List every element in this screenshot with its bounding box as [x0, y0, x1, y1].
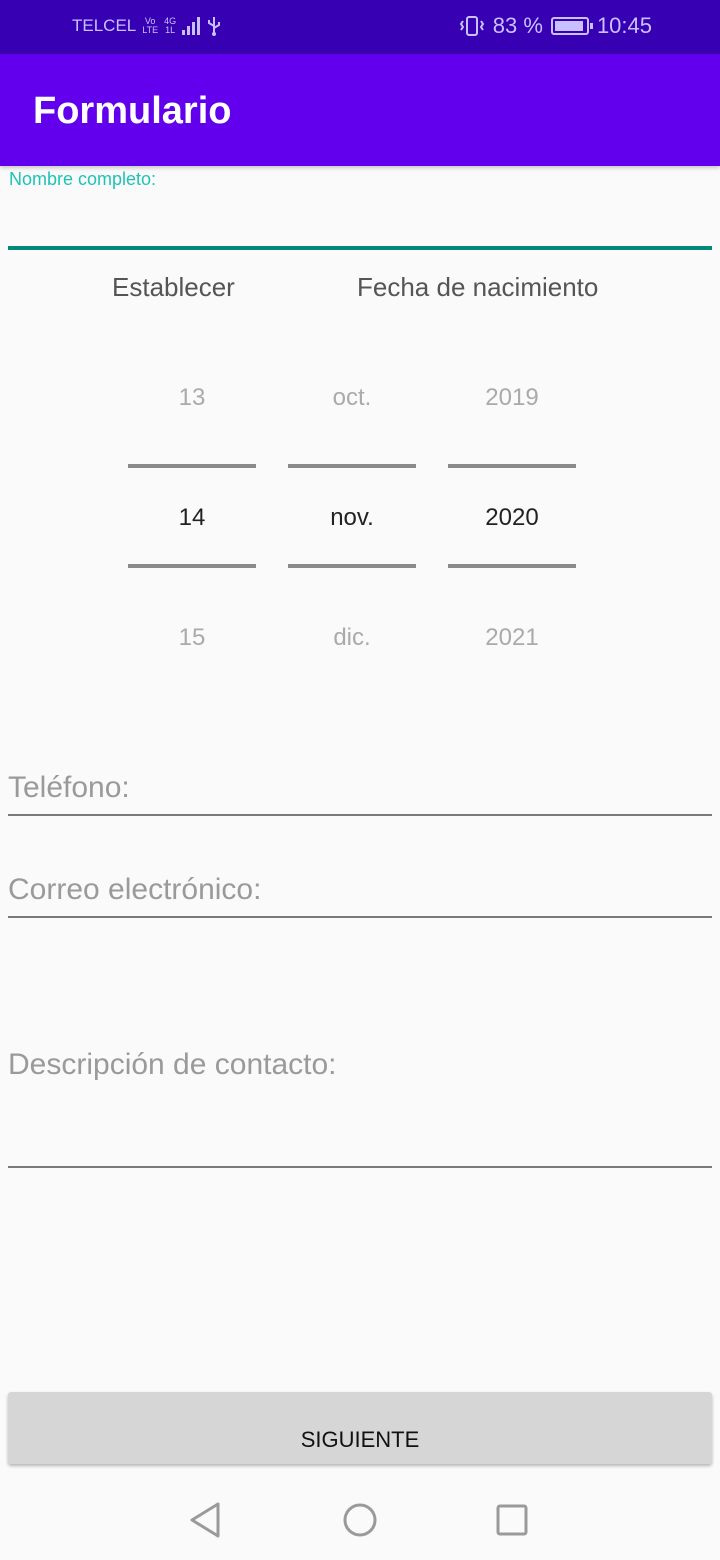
- usb-icon: [208, 17, 221, 36]
- recent-apps-icon[interactable]: [492, 1500, 532, 1540]
- status-left: TELCEL Vo LTE 4G 1L: [72, 16, 222, 36]
- signal-icon: [182, 17, 201, 35]
- month-prev[interactable]: oct.: [288, 384, 416, 412]
- clock: 10:45: [596, 13, 652, 38]
- next-button[interactable]: SIGUIENTE: [8, 1392, 712, 1464]
- status-bar: TELCEL Vo LTE 4G 1L 83 % 10:45: [0, 0, 720, 54]
- day-picker[interactable]: 13 14 15: [128, 360, 256, 680]
- day-selected[interactable]: 14: [128, 504, 256, 532]
- back-icon[interactable]: [186, 1500, 226, 1540]
- name-label: Nombre completo:: [9, 169, 157, 189]
- description-field[interactable]: [8, 1048, 712, 1168]
- month-next[interactable]: dic.: [288, 624, 416, 652]
- date-set-label: Establecer: [112, 272, 235, 302]
- month-selected[interactable]: nov.: [288, 504, 416, 532]
- home-icon[interactable]: [340, 1500, 380, 1540]
- picker-divider: [128, 464, 256, 468]
- battery-icon: [550, 17, 593, 35]
- phone-field[interactable]: [8, 768, 712, 816]
- name-input[interactable]: [8, 196, 712, 250]
- carrier-name: TELCEL: [72, 16, 137, 35]
- month-picker[interactable]: oct. nov. dic.: [288, 360, 416, 680]
- vibrate-icon: [459, 16, 484, 36]
- app-bar: Formulario: [0, 54, 720, 166]
- network-type-icon: 4G 1L: [164, 16, 177, 35]
- status-right: 83 % 10:45: [459, 13, 652, 39]
- year-next[interactable]: 2021: [448, 624, 576, 652]
- day-next[interactable]: 15: [128, 624, 256, 652]
- year-prev[interactable]: 2019: [448, 384, 576, 412]
- picker-divider: [448, 564, 576, 568]
- picker-divider: [128, 564, 256, 568]
- birthdate-label: Fecha de nacimiento: [357, 272, 599, 302]
- day-prev[interactable]: 13: [128, 384, 256, 412]
- picker-divider: [288, 464, 416, 468]
- email-field[interactable]: [8, 870, 712, 918]
- navigation-bar: [0, 1470, 720, 1560]
- page-title: Formulario: [33, 90, 232, 132]
- battery-percent: 83 %: [492, 13, 543, 38]
- picker-divider: [288, 564, 416, 568]
- picker-divider: [448, 464, 576, 468]
- year-picker[interactable]: 2019 2020 2021: [448, 360, 576, 680]
- volte-icon: Vo LTE: [142, 16, 159, 35]
- year-selected[interactable]: 2020: [448, 504, 576, 532]
